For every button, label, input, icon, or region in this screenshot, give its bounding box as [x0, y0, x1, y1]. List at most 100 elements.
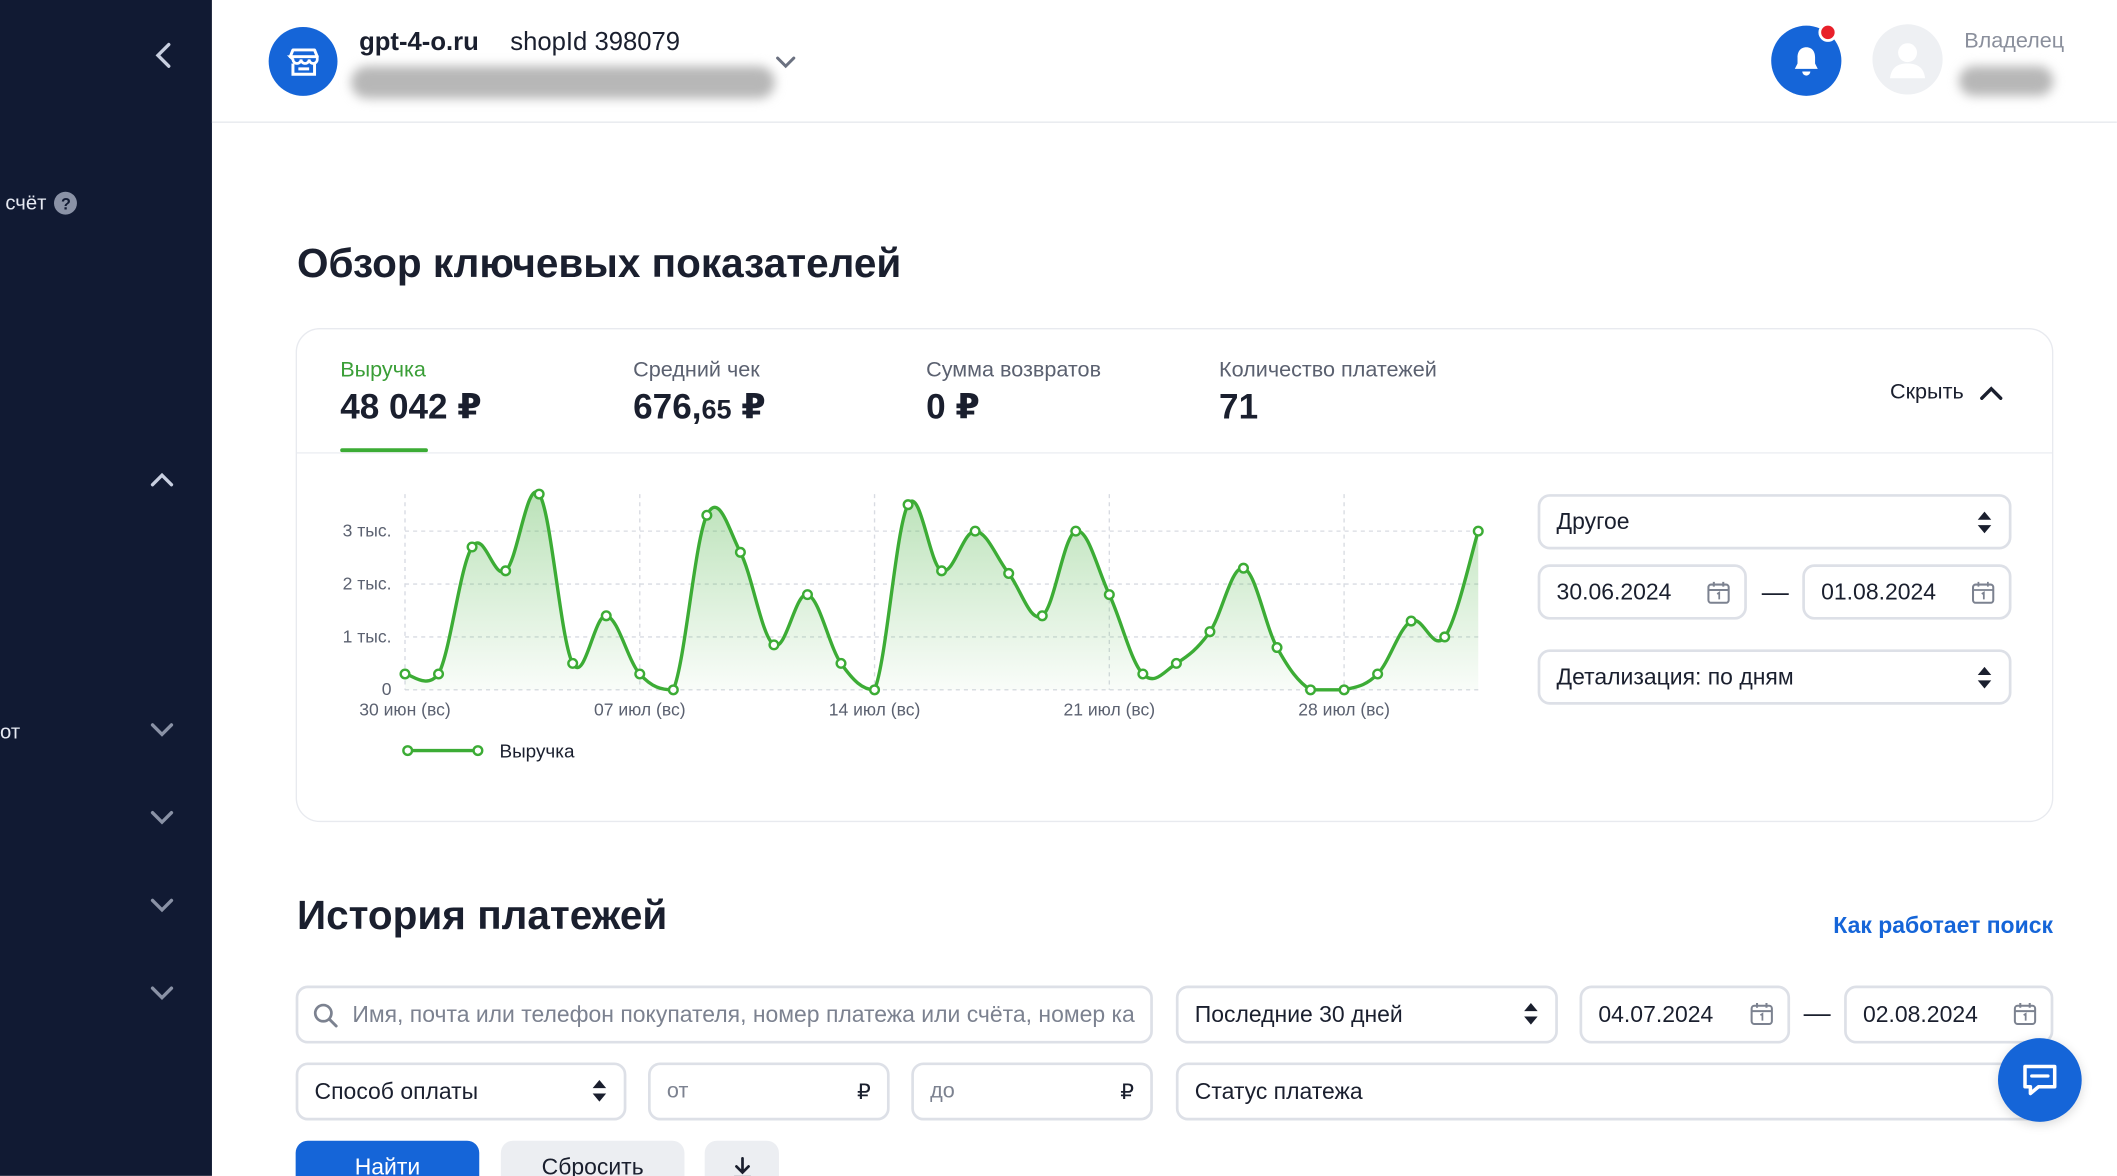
data-point — [1405, 615, 1417, 627]
legend-label: Выручка — [500, 741, 575, 762]
date-range-separator: — — [1803, 999, 1831, 1029]
redacted-shop-details — [351, 66, 775, 99]
reset-button[interactable]: Сбросить — [500, 1140, 685, 1176]
date-range-separator: — — [1761, 577, 1789, 608]
support-chat-button[interactable] — [1998, 1038, 2082, 1122]
chevron-down-icon[interactable] — [146, 716, 178, 743]
data-point — [634, 668, 646, 680]
chevron-down-icon[interactable] — [146, 803, 178, 830]
avatar[interactable] — [1872, 24, 1943, 95]
metric-value-main: 676, — [633, 386, 702, 427]
data-point — [734, 546, 746, 558]
y-tick-label: 1 тыс. — [343, 626, 392, 646]
currency-label: ₽ — [856, 1081, 871, 1105]
date-value: 01.08.2024 — [1821, 578, 1937, 605]
how-search-works-link[interactable]: Как работает поиск — [1833, 913, 2053, 940]
y-tick-label: 0 — [382, 679, 392, 699]
redacted-user-name — [1958, 66, 2054, 96]
history-period-select[interactable]: Последние 30 дней — [1175, 985, 1558, 1044]
data-point — [1204, 626, 1216, 638]
calendar-icon — [1707, 581, 1730, 604]
shop-id: shopId 398079 — [510, 28, 681, 57]
metric-value: 676,65 ₽ — [633, 386, 766, 428]
data-point — [1036, 610, 1048, 622]
data-point — [1237, 562, 1250, 574]
chevron-down-icon[interactable] — [771, 49, 801, 76]
chevron-down-icon[interactable] — [146, 979, 178, 1006]
data-point — [801, 589, 814, 601]
amount-from-field[interactable]: ₽ — [648, 1062, 890, 1121]
chat-icon — [2023, 1064, 2057, 1096]
search-input[interactable] — [352, 988, 1136, 1041]
history-date-from[interactable]: 04.07.2024 — [1579, 985, 1791, 1044]
help-icon[interactable]: ? — [54, 191, 78, 215]
sidebar: счёт ? от — [0, 0, 212, 1176]
chevron-left-icon[interactable] — [149, 38, 179, 73]
metric-payments-count[interactable]: Количество платежей 71 — [1219, 359, 1437, 428]
find-button[interactable]: Найти — [295, 1140, 480, 1176]
data-point — [1070, 525, 1082, 537]
x-tick-label: 28 июл (вс) — [1298, 700, 1390, 720]
select-value: Другое — [1556, 508, 1630, 534]
data-point — [1472, 525, 1484, 537]
sidebar-item-report[interactable]: от — [0, 721, 20, 744]
y-tick-label: 3 тыс. — [343, 521, 392, 541]
hide-button[interactable]: Скрыть — [1890, 381, 2004, 405]
payment-method-select[interactable]: Способ оплаты — [295, 1062, 627, 1121]
amount-to-field[interactable]: ₽ — [911, 1062, 1153, 1121]
data-point — [936, 565, 948, 577]
y-tick-label: 2 тыс. — [343, 573, 392, 593]
revenue-area — [405, 491, 1479, 690]
data-point — [600, 610, 612, 622]
metric-label: Средний чек — [633, 359, 760, 383]
data-point — [1003, 567, 1015, 579]
shop-name: gpt-4-o.ru — [359, 28, 479, 57]
sidebar-item-label: счёт — [5, 191, 47, 215]
metric-revenue[interactable]: Выручка 48 042 ₽ — [340, 359, 482, 428]
metric-value-currency: ₽ — [731, 386, 766, 427]
store-glyph — [286, 47, 319, 76]
sidebar-item-account[interactable]: счёт ? — [5, 191, 78, 215]
data-point — [1305, 684, 1317, 696]
select-value: Последние 30 дней — [1194, 1001, 1403, 1027]
chevron-up-icon — [1979, 386, 2002, 400]
search-icon — [313, 1003, 338, 1028]
metric-refunds[interactable]: Сумма возвратов 0 ₽ — [926, 359, 1101, 428]
notification-badge — [1818, 22, 1838, 42]
amount-from-input[interactable] — [666, 1065, 829, 1118]
chart-date-to[interactable]: 01.08.2024 — [1802, 564, 2012, 620]
metric-value-cents: 65 — [701, 395, 732, 426]
select-value: Детализация: по дням — [1556, 663, 1794, 690]
data-point — [1439, 631, 1451, 643]
chevron-up-icon[interactable] — [146, 466, 178, 493]
date-value: 02.08.2024 — [1863, 1001, 1978, 1027]
chart-date-from[interactable]: 30.06.2024 — [1537, 564, 1747, 620]
amount-to-input[interactable] — [930, 1065, 1093, 1118]
history-date-to[interactable]: 02.08.2024 — [1844, 985, 2054, 1044]
data-point — [466, 541, 478, 553]
download-button[interactable] — [704, 1140, 779, 1176]
select-arrows-icon — [592, 1080, 607, 1102]
store-icon — [268, 27, 338, 96]
data-point — [869, 684, 881, 696]
search-field[interactable] — [295, 985, 1153, 1044]
select-value: Статус платежа — [1194, 1077, 1363, 1104]
payment-status-select[interactable]: Статус платежа — [1175, 1062, 2054, 1121]
chart-period-select[interactable]: Другое — [1537, 494, 2012, 550]
metric-average-check[interactable]: Средний чек 676,65 ₽ — [633, 359, 766, 428]
user-icon — [1890, 43, 1926, 79]
header: gpt-4-o.ru shopId 398079 Владелец — [211, 0, 2117, 123]
data-point — [1103, 589, 1115, 601]
data-point — [533, 488, 545, 500]
revenue-chart: 0 1 тыс. 2 тыс. 3 тыс. 30 июн (вс) 07 июл (вс… — [343, 488, 1484, 762]
hide-label: Скрыть — [1890, 380, 1964, 404]
detail-select[interactable]: Детализация: по дням — [1537, 649, 2012, 705]
data-point — [1271, 641, 1283, 654]
download-icon — [733, 1156, 751, 1176]
chevron-down-icon[interactable] — [146, 891, 178, 918]
select-value: Способ оплаты — [314, 1077, 479, 1104]
x-tick-label: 30 июн (вс) — [359, 700, 451, 720]
page-title: Обзор ключевых показателей — [297, 241, 902, 287]
data-point — [1137, 668, 1149, 680]
data-point — [835, 657, 847, 669]
